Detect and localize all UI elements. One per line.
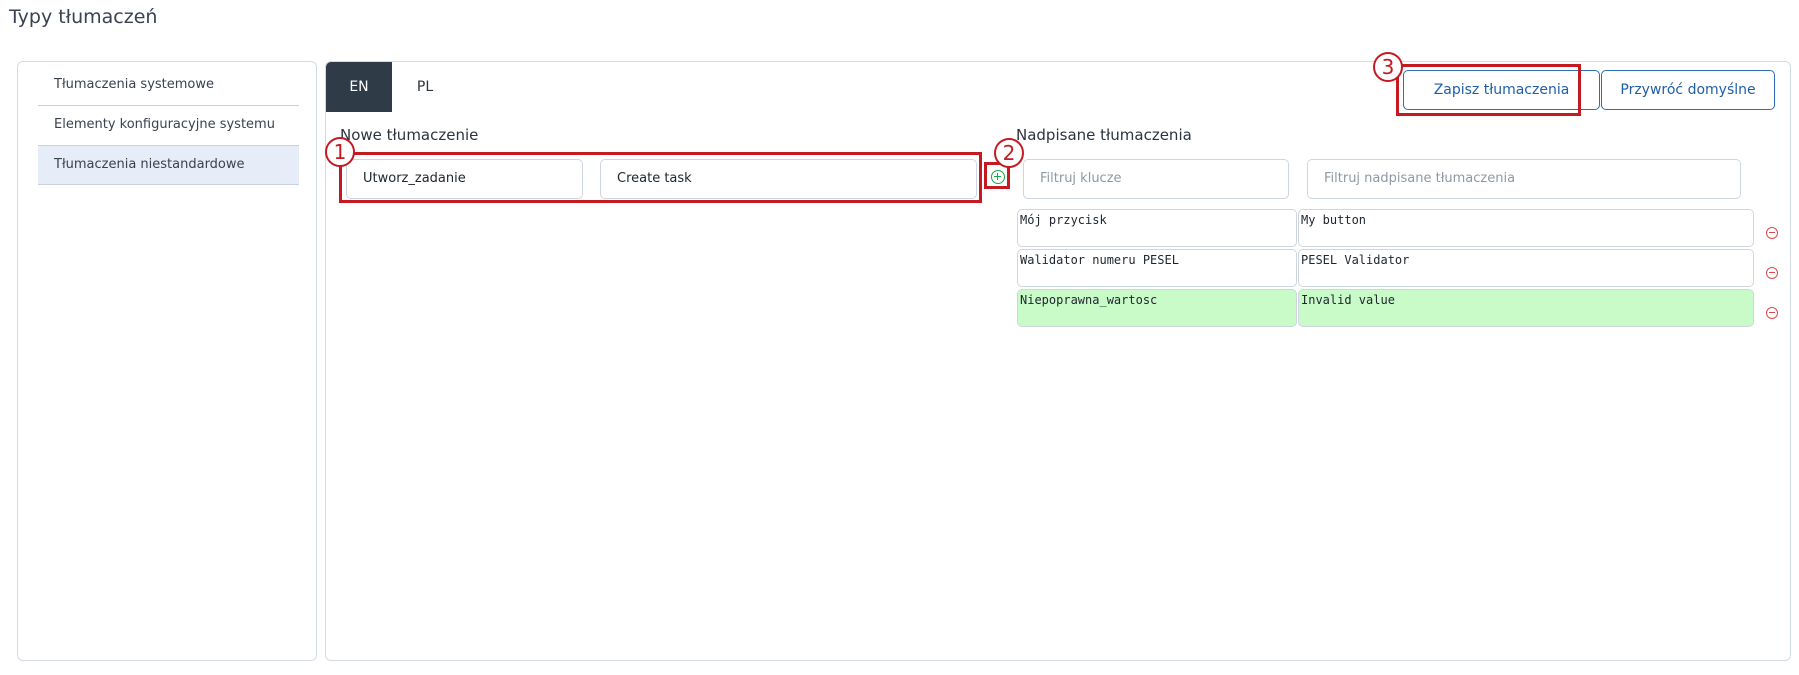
minus-circle-icon[interactable] (1766, 227, 1778, 239)
tab-pl[interactable]: PL (392, 62, 458, 112)
annotation-marker-2: 2 (994, 138, 1024, 168)
restore-defaults-button[interactable]: Przywróć domyślne (1601, 70, 1775, 110)
sidebar: Tłumaczenia systemowe Elementy konfigura… (17, 61, 317, 661)
overridden-translations-title: Nadpisane tłumaczenia (1016, 126, 1192, 144)
override-value-field[interactable]: Invalid value (1298, 289, 1754, 327)
override-value-field[interactable]: PESEL Validator (1298, 249, 1754, 287)
minus-circle-icon[interactable] (1766, 267, 1778, 279)
sidebar-item-custom-translations[interactable]: Tłumaczenia niestandardowe (38, 145, 299, 185)
override-key-field[interactable]: Mój przycisk (1017, 209, 1297, 247)
annotation-box-3 (1396, 64, 1581, 116)
main-panel: EN PL Zapisz tłumaczenia Przywróć domyśl… (325, 61, 1791, 661)
filter-keys-input[interactable]: Filtruj klucze (1023, 159, 1289, 199)
tab-en[interactable]: EN (326, 62, 392, 112)
filter-values-input[interactable]: Filtruj nadpisane tłumaczenia (1307, 159, 1741, 199)
override-value-field[interactable]: My button (1298, 209, 1754, 247)
sidebar-item-system-config-elements[interactable]: Elementy konfiguracyjne systemu (38, 106, 299, 146)
override-key-field[interactable]: Niepoprawna_wartosc (1017, 289, 1297, 327)
sidebar-item-system-translations[interactable]: Tłumaczenia systemowe (38, 66, 299, 106)
minus-circle-icon[interactable] (1766, 307, 1778, 319)
override-key-field[interactable]: Walidator numeru PESEL (1017, 249, 1297, 287)
new-translation-title: Nowe tłumaczenie (340, 126, 479, 144)
page-title: Typy tłumaczeń (9, 6, 158, 28)
annotation-marker-1: 1 (325, 137, 355, 167)
annotation-box-1 (339, 152, 982, 203)
annotation-marker-3: 3 (1373, 52, 1403, 82)
